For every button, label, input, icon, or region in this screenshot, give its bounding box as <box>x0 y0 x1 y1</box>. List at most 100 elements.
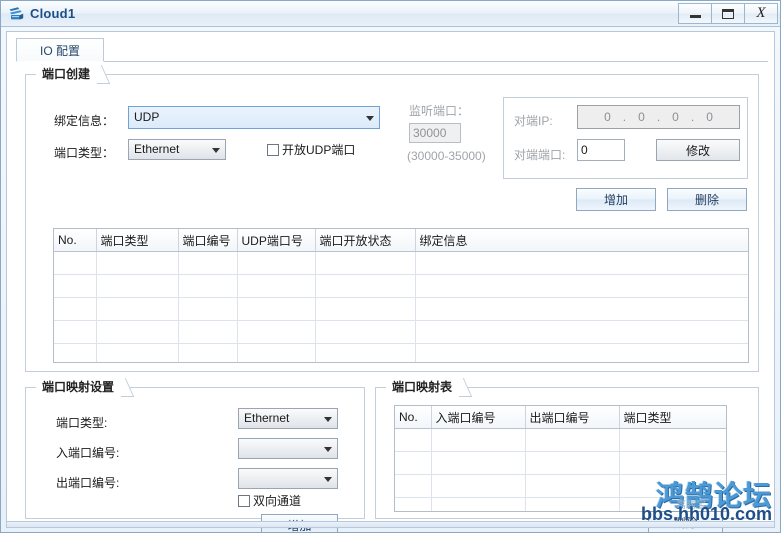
table-cell <box>237 343 316 362</box>
chevron-down-icon <box>324 416 332 422</box>
peer-ip-octet-1: 0 <box>604 110 611 124</box>
port-table[interactable]: No. 端口类型 端口编号 UDP端口号 端口开放状态 绑定信息 <box>53 228 749 363</box>
table-cell <box>315 251 416 275</box>
title-bar: Cloud1 X <box>1 1 780 27</box>
table-cell <box>431 497 526 511</box>
add-port-button-label: 增加 <box>603 193 628 207</box>
peer-port-label: 对端端口: <box>514 148 566 162</box>
modify-button[interactable]: 修改 <box>656 139 740 161</box>
table-cell <box>178 297 238 321</box>
table-cell <box>237 297 316 321</box>
table-cell <box>96 274 179 298</box>
table-cell <box>237 274 316 298</box>
peer-ip-input[interactable]: 0 . 0 . 0 . 0 <box>577 105 740 129</box>
table-row[interactable] <box>395 428 726 452</box>
minimize-button[interactable] <box>678 3 712 24</box>
status-strip <box>6 521 775 528</box>
listen-port-input[interactable]: 30000 <box>409 123 461 143</box>
table-cell <box>315 343 416 362</box>
listen-port-label: 监听端口： <box>409 104 470 118</box>
table-cell <box>415 251 748 275</box>
table-cell <box>619 474 726 498</box>
chevron-down-icon <box>212 147 220 153</box>
table-cell <box>237 251 316 275</box>
table-cell <box>54 274 97 298</box>
table-row[interactable] <box>54 297 748 321</box>
table-cell <box>431 474 526 498</box>
add-port-button[interactable]: 增加 <box>576 188 656 211</box>
client-area: IO 配置 端口创建 绑定信息： UDP 端口类型： Ethernet 开放UD… <box>6 31 775 532</box>
map-out-port-select[interactable] <box>238 468 338 489</box>
maximize-button[interactable] <box>711 3 745 24</box>
port-type-value: Ethernet <box>134 142 180 156</box>
table-row[interactable] <box>54 251 748 275</box>
table-cell <box>96 343 179 362</box>
map-in-port-select[interactable] <box>238 438 338 459</box>
map-port-type-value: Ethernet <box>244 411 290 425</box>
table-cell <box>96 251 179 275</box>
map-port-type-select[interactable]: Ethernet <box>238 408 338 429</box>
port-table-col-udp-port: UDP端口号 <box>237 229 316 252</box>
table-cell <box>431 451 526 475</box>
tab-io-config[interactable]: IO 配置 <box>16 38 104 62</box>
port-map-table-header-row: No. 入端口编号 出端口编号 端口类型 <box>395 406 726 429</box>
window-controls: X <box>678 3 778 24</box>
table-cell <box>54 343 97 362</box>
cloud-config-window: Cloud1 X IO 配置 端口创建 绑定信息： UDP 端口类型： Ethe… <box>0 0 781 533</box>
table-cell <box>178 251 238 275</box>
port-map-settings-group: 端口映射设置 端口类型: Ethernet 入端口编号: 出端口编号: 双向通道 <box>25 378 365 532</box>
table-row[interactable] <box>395 497 726 511</box>
bind-info-select[interactable]: UDP <box>128 106 380 129</box>
bidirectional-channel-label: 双向通道 <box>253 494 302 508</box>
port-table-body <box>54 251 748 362</box>
map-port-type-label: 端口类型: <box>56 416 108 430</box>
map-in-port-label: 入端口编号: <box>56 446 120 460</box>
bind-info-label: 绑定信息： <box>54 114 115 128</box>
bidirectional-channel-checkbox[interactable]: 双向通道 <box>238 492 301 509</box>
checkbox-box <box>238 494 250 507</box>
table-cell <box>619 451 726 475</box>
port-map-table-group: 端口映射表 No. 入端口编号 出端口编号 端口类型 <box>375 378 759 532</box>
table-cell <box>525 474 620 498</box>
table-cell <box>395 497 432 511</box>
peer-ip-octet-3: 0 <box>672 110 679 124</box>
table-row[interactable] <box>395 474 726 498</box>
cloud-device-icon <box>7 5 25 23</box>
table-cell <box>395 428 432 452</box>
table-cell <box>619 497 726 511</box>
port-map-table[interactable]: No. 入端口编号 出端口编号 端口类型 <box>394 405 727 512</box>
peer-ip-separator-2: . <box>656 110 661 124</box>
port-type-select[interactable]: Ethernet <box>128 139 226 160</box>
peer-ip-separator-3: . <box>690 110 695 124</box>
table-row[interactable] <box>395 451 726 475</box>
port-table-header-row: No. 端口类型 端口编号 UDP端口号 端口开放状态 绑定信息 <box>54 229 748 252</box>
table-cell <box>237 320 316 344</box>
chevron-down-icon <box>324 446 332 452</box>
table-cell <box>178 343 238 362</box>
open-udp-port-checkbox[interactable]: 开放UDP端口 <box>267 141 355 158</box>
open-udp-port-label: 开放UDP端口 <box>282 143 356 157</box>
checkbox-box <box>267 143 279 156</box>
close-button[interactable]: X <box>744 3 778 24</box>
table-cell <box>315 320 416 344</box>
table-cell <box>415 320 748 344</box>
table-cell <box>96 320 179 344</box>
table-cell <box>54 297 97 321</box>
peer-port-input[interactable]: 0 <box>577 139 625 161</box>
table-row[interactable] <box>54 274 748 298</box>
table-cell <box>525 497 620 511</box>
peer-ip-separator-1: . <box>622 110 627 124</box>
port-table-col-no: No. <box>54 229 97 252</box>
port-map-table-col-port-type: 端口类型 <box>619 406 726 429</box>
port-map-table-body <box>395 428 726 511</box>
table-row[interactable] <box>54 320 748 344</box>
delete-port-button[interactable]: 删除 <box>667 188 747 211</box>
port-table-col-bind-info: 绑定信息 <box>415 229 748 252</box>
peer-ip-octet-4: 0 <box>706 110 713 124</box>
port-map-table-col-out-port: 出端口编号 <box>525 406 620 429</box>
table-cell <box>525 451 620 475</box>
table-row[interactable] <box>54 343 748 362</box>
table-cell <box>619 428 726 452</box>
table-cell <box>415 274 748 298</box>
peer-ip-octet-2: 0 <box>638 110 645 124</box>
